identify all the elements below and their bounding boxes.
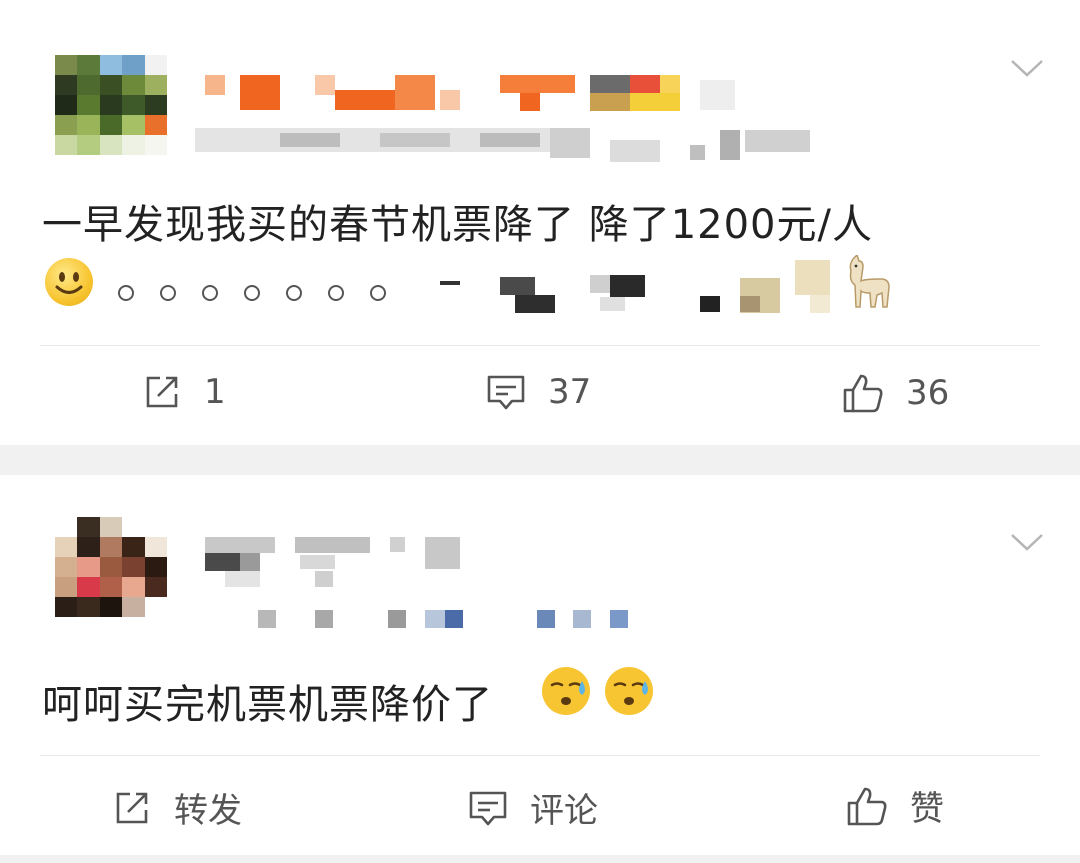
thumbs-up-icon bbox=[843, 374, 883, 413]
repost-button[interactable]: 转发 bbox=[112, 783, 242, 832]
feed-separator bbox=[0, 445, 1080, 475]
chevron-down-icon[interactable] bbox=[1010, 58, 1044, 78]
alpaca-emoji-icon bbox=[849, 255, 890, 308]
avatar[interactable] bbox=[55, 517, 167, 617]
comment-icon bbox=[487, 375, 525, 410]
share-icon bbox=[116, 792, 148, 823]
feed-post-1: 一早发现我买的春节机票降了 降了1200元/人 1 37 36 bbox=[0, 0, 1080, 445]
thumbs-up-icon bbox=[847, 787, 887, 825]
chevron-down-icon[interactable] bbox=[1010, 532, 1044, 552]
comment-button[interactable]: 评论 bbox=[468, 783, 598, 832]
divider bbox=[40, 345, 1040, 346]
sweat-emoji-icon bbox=[542, 667, 590, 715]
comment-icon bbox=[469, 791, 507, 825]
comment-button[interactable]: 37 bbox=[486, 372, 591, 412]
avatar[interactable] bbox=[55, 55, 167, 155]
like-button[interactable]: 36 bbox=[842, 372, 949, 414]
post-content: 一早发现我买的春节机票降了 降了1200元/人 bbox=[42, 202, 873, 248]
comment-label: 评论 bbox=[530, 791, 598, 831]
ellipsis-dots bbox=[118, 282, 412, 306]
sweat-emoji-icon bbox=[605, 667, 653, 715]
share-icon bbox=[146, 376, 178, 408]
post-content: 呵呵买完机票机票降价了 bbox=[42, 682, 493, 728]
feed-post-2: 呵呵买完机票机票降价了 转发 评论 赞 bbox=[0, 475, 1080, 855]
repost-count: 1 bbox=[204, 372, 226, 412]
divider bbox=[40, 755, 1040, 756]
like-label: 赞 bbox=[910, 789, 944, 829]
repost-button[interactable]: 1 bbox=[142, 372, 226, 412]
repost-label: 转发 bbox=[174, 791, 242, 831]
like-count: 36 bbox=[906, 373, 950, 413]
smile-emoji-icon bbox=[45, 258, 93, 306]
comment-count: 37 bbox=[548, 372, 592, 412]
feed-separator bbox=[0, 855, 1080, 863]
like-button[interactable]: 赞 bbox=[846, 781, 944, 830]
